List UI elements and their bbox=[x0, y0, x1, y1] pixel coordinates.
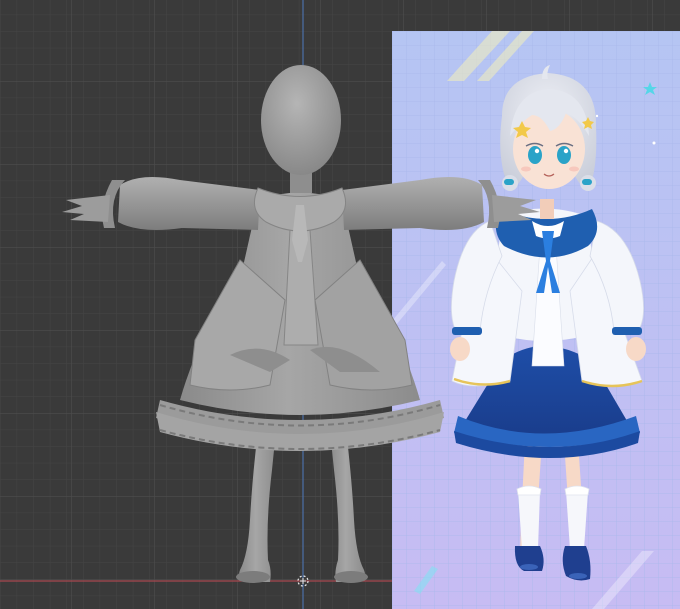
3d-viewport[interactable] bbox=[0, 0, 680, 609]
origin-marker-icon[interactable] bbox=[297, 575, 309, 587]
mesh-head bbox=[261, 65, 341, 193]
character-mesh[interactable] bbox=[0, 0, 680, 609]
mesh-legs bbox=[236, 430, 368, 583]
